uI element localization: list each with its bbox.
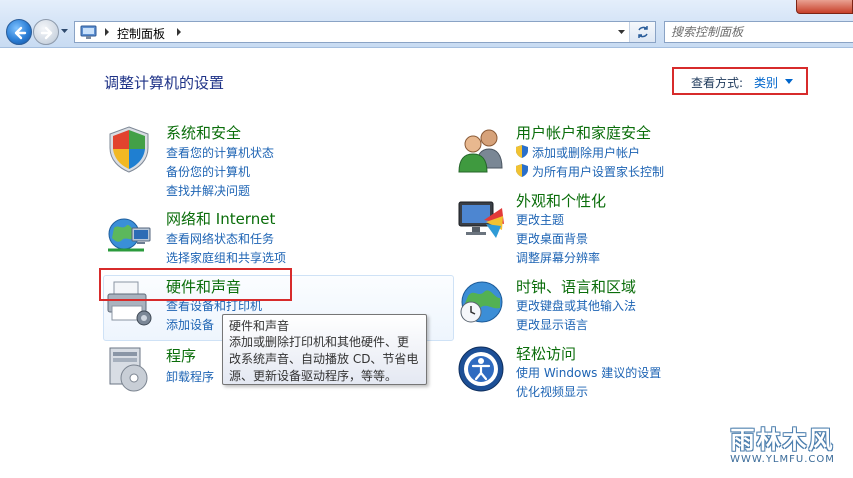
view-by-dropdown[interactable]: 类别 (754, 74, 778, 91)
watermark-url: WWW.YLMFU.COM (730, 454, 835, 465)
address-field[interactable]: 控制面板 (74, 21, 656, 43)
refresh-icon (638, 26, 648, 38)
ease-of-access-icon[interactable] (456, 344, 506, 394)
window-close-button[interactable] (796, 0, 853, 14)
link-troubleshoot[interactable]: 查找并解决问题 (166, 182, 250, 199)
hardware-sound-annotation-box (99, 268, 292, 301)
back-button[interactable] (6, 19, 32, 45)
category-appearance[interactable]: 外观和个性化 (516, 190, 606, 211)
category-user-accounts[interactable]: 用户帐户和家庭安全 (516, 122, 651, 143)
uac-shield-icon (516, 145, 528, 158)
forward-button[interactable] (33, 19, 59, 45)
link-change-keyboards[interactable]: 更改键盘或其他输入法 (516, 297, 636, 314)
link-add-remove-accounts[interactable]: 添加或删除用户帐户 (532, 144, 640, 161)
link-change-theme[interactable]: 更改主题 (516, 211, 564, 228)
clock-globe-icon[interactable] (456, 276, 506, 326)
breadcrumb-separator-icon[interactable] (103, 27, 111, 37)
link-uninstall-program[interactable]: 卸载程序 (166, 368, 214, 385)
control-panel-content: 调整计算机的设置 查看方式: 类别 系统和安全 查看您的计算机状态 备份您的计算… (0, 48, 853, 478)
link-desktop-background[interactable]: 更改桌面背景 (516, 230, 588, 247)
watermark-text: 雨林木风 (730, 425, 835, 454)
arrow-left-icon (14, 26, 27, 40)
link-view-computer-status[interactable]: 查看您的计算机状态 (166, 144, 274, 161)
refresh-button[interactable] (629, 22, 655, 42)
breadcrumb-control-panel[interactable]: 控制面板 (117, 25, 165, 42)
view-by-selector[interactable]: 查看方式: 类别 (672, 67, 808, 95)
view-by-label: 查看方式: (691, 76, 744, 90)
tooltip-title: 硬件和声音 (229, 319, 290, 333)
watermark-logo: 雨林木风 WWW.YLMFU.COM (718, 414, 847, 476)
page-title: 调整计算机的设置 (104, 74, 225, 92)
view-by-dropdown-arrow-icon[interactable] (785, 79, 793, 84)
network-globe-icon[interactable] (104, 210, 154, 260)
link-parental-controls[interactable]: 为所有用户设置家长控制 (532, 163, 664, 180)
link-screen-resolution[interactable]: 调整屏幕分辨率 (516, 249, 600, 266)
address-history-dropdown-icon[interactable] (616, 26, 627, 38)
search-input[interactable] (671, 24, 841, 40)
link-change-display-language[interactable]: 更改显示语言 (516, 316, 588, 333)
recent-pages-dropdown-icon[interactable] (60, 26, 69, 36)
link-add-device[interactable]: 添加设备 (166, 316, 214, 333)
address-toolbar: 控制面板 (0, 0, 853, 48)
category-system-security[interactable]: 系统和安全 (166, 122, 241, 143)
search-box[interactable] (664, 21, 853, 43)
display-palette-icon[interactable] (456, 194, 506, 244)
arrow-right-icon (40, 26, 53, 40)
category-clock-language-region[interactable]: 时钟、语言和区域 (516, 276, 636, 297)
category-programs[interactable]: 程序 (166, 345, 196, 366)
breadcrumb-chevron-icon[interactable] (175, 27, 183, 37)
shield-icon[interactable] (104, 124, 154, 174)
category-ease-of-access[interactable]: 轻松访问 (516, 343, 576, 364)
uac-shield-icon (516, 164, 528, 177)
tooltip: 硬件和声音 添加或删除打印机和其他硬件、更改系统声音、自动播放 CD、节省电源、… (222, 314, 427, 385)
link-homegroup-sharing[interactable]: 选择家庭组和共享选项 (166, 249, 286, 266)
link-view-network-status[interactable]: 查看网络状态和任务 (166, 230, 274, 247)
link-backup-computer[interactable]: 备份您的计算机 (166, 163, 250, 180)
programs-disc-icon[interactable] (104, 344, 154, 394)
category-network-internet[interactable]: 网络和 Internet (166, 208, 275, 229)
control-panel-icon (80, 25, 97, 39)
link-optimize-visual-display[interactable]: 优化视频显示 (516, 383, 588, 400)
users-icon[interactable] (456, 124, 506, 174)
tooltip-body: 添加或删除打印机和其他硬件、更改系统声音、自动播放 CD、节省电源、更新设备驱动… (229, 335, 419, 383)
link-recommended-settings[interactable]: 使用 Windows 建议的设置 (516, 364, 661, 381)
